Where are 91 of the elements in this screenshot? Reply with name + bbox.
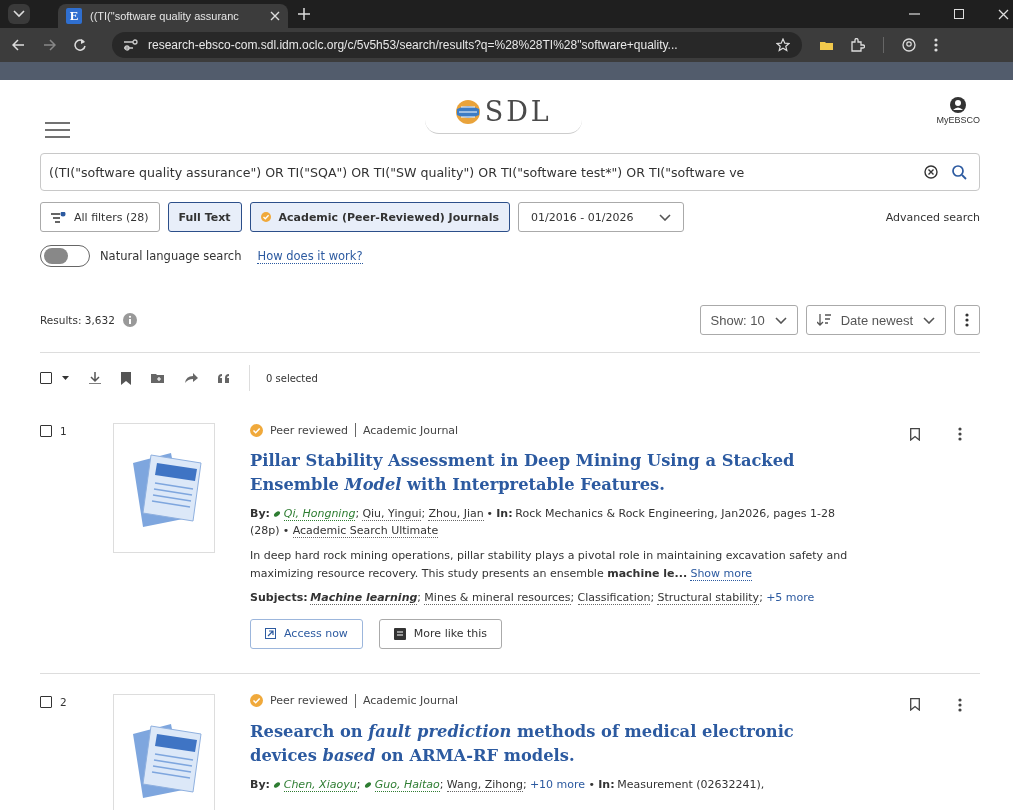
filter-icon (51, 211, 66, 223)
chevron-down-icon (774, 316, 787, 324)
site-favicon: E (66, 8, 82, 24)
puzzle-icon[interactable] (851, 38, 865, 52)
abstract-snippet: In deep hard rock mining operations, pillar stability plays a pivotal role in maintaining excavation safety and maximizing resource recovery. This study presents an ensemble machine le... Show more (250, 548, 849, 583)
result-checkbox[interactable] (40, 695, 52, 708)
review-status: Peer reviewed (270, 423, 348, 437)
folder-icon[interactable] (820, 39, 833, 51)
tab-list-button[interactable] (8, 4, 30, 24)
caret-icon[interactable] (62, 376, 69, 380)
bookmark-icon[interactable] (910, 698, 920, 712)
author-link[interactable]: Chen, Xiaoyu (283, 777, 357, 792)
similar-button[interactable]: More like this (378, 618, 503, 649)
forward-icon[interactable] (43, 39, 56, 51)
stack-icon (393, 627, 406, 640)
author-link[interactable]: Wang, Zihong (446, 777, 523, 792)
orcid-icon (272, 780, 281, 789)
results-count: Results: 3,632 (40, 314, 115, 326)
new-tab-icon[interactable] (298, 8, 310, 20)
maximize-icon[interactable] (954, 9, 964, 19)
check-badge-icon (250, 694, 263, 708)
search-field[interactable]: ((TI("software quality assurance") OR TI("SQA") OR TI("SW quality") OR TI("software test*") OR TI("software ve (40, 153, 980, 191)
review-status: Peer reviewed (270, 694, 348, 708)
author-link[interactable]: Zhou, Jian (428, 506, 484, 521)
tab-title: ((TI("software quality assuranc (90, 10, 240, 22)
access-button[interactable]: Access now (250, 618, 363, 649)
advanced-search-link[interactable]: Advanced search (885, 210, 980, 224)
close-icon[interactable] (270, 11, 280, 21)
check-badge-icon (260, 212, 271, 222)
publication-type: Academic Journal (362, 423, 459, 437)
selected-count: 0 selected (266, 372, 318, 384)
external-link-icon (265, 628, 276, 640)
download-icon[interactable] (89, 372, 101, 384)
account-button[interactable]: MyEBSCO (936, 80, 980, 125)
clear-icon[interactable] (924, 165, 938, 179)
logo-tab[interactable]: SDL (424, 92, 582, 134)
page-size-dropdown[interactable]: Show: 10 (699, 305, 798, 335)
subjects-text: Subjects: Machine learning; Mines & mineral resources; Classification; Structural stability; +5 more (250, 590, 816, 607)
menu-icon[interactable] (45, 122, 70, 138)
bookmark-icon[interactable] (121, 371, 131, 385)
subject-link[interactable]: Mines & mineral resources (424, 591, 571, 606)
result-number: 2 (60, 695, 67, 708)
orcid-icon (363, 780, 372, 789)
globe-logo-icon (454, 98, 481, 125)
toggle-label: Natural language search (100, 249, 242, 263)
kebab-icon (965, 313, 969, 327)
filter-button[interactable]: Full Text (167, 202, 242, 232)
byline-text: By: Chen, Xiaoyu; Guo, Haitao; Wang, Zihong; +10 more • In: Measurement (02632241), (250, 776, 766, 794)
database-link[interactable]: Academic Search Ultimate (292, 524, 439, 539)
result-number: 1 (60, 425, 67, 437)
search-icon[interactable] (952, 164, 967, 180)
star-icon[interactable] (776, 38, 790, 52)
bookmark-icon[interactable] (910, 427, 920, 441)
quote-icon[interactable] (218, 373, 229, 383)
profile-icon[interactable] (902, 38, 916, 52)
user-icon (950, 97, 967, 113)
share-arrow-icon[interactable] (184, 372, 198, 384)
chevron-down-icon (13, 10, 25, 18)
kebab-icon[interactable] (958, 697, 962, 712)
more-link[interactable]: +10 more (529, 777, 586, 791)
result-title[interactable]: Research on fault prediction methods of medical electronic devices based on ARMA-RF models. (250, 719, 850, 769)
close-icon[interactable] (998, 8, 1009, 20)
author-link[interactable]: Guo, Haitao (374, 777, 440, 792)
sort-dropdown[interactable]: Date newest (805, 305, 946, 335)
info-icon[interactable] (122, 313, 137, 327)
back-icon[interactable] (12, 39, 25, 51)
sort-icon (816, 314, 831, 326)
date-range-dropdown[interactable]: 01/2016 - 01/2026 (518, 202, 685, 232)
logo-text: SDL (484, 96, 552, 127)
select-all-checkbox[interactable] (40, 372, 52, 384)
more-link[interactable]: +5 more (766, 591, 815, 605)
filter-button[interactable]: All filters (28) (40, 202, 160, 232)
folder-plus-icon[interactable] (151, 372, 164, 384)
kebab-icon[interactable] (958, 427, 962, 441)
address-bar[interactable]: research-ebsco-com.sdl.idm.oclc.org/c/5v5h53/search/results?q=%28%28TI%28"software+quality... (112, 32, 802, 58)
reload-icon[interactable] (74, 39, 86, 51)
browser-tab[interactable]: E ((TI("software quality assuranc (58, 4, 288, 28)
byline-text: By: Qi, Hongning; Qiu, Yingui; Zhou, Jian • In: Rock Mechanics & Rock Engineering, Jan2026, pages 1-28 (28p) • Academic Search Ultimate (250, 505, 836, 541)
show-more-link[interactable]: Show more (690, 566, 753, 581)
orcid-icon (272, 509, 281, 518)
site-settings-icon (124, 39, 138, 51)
chevron-down-icon (923, 316, 935, 324)
chevron-down-icon (659, 213, 672, 221)
url-text: research-ebsco-com.sdl.idm.oclc.org/c/5v5h53/search/results?q=%28%28TI%28"software+quality... (148, 38, 679, 52)
result-title[interactable]: Pillar Stability Assessment in Deep Mining Using a Stacked Ensemble Model with Interpretable Features. (250, 449, 850, 498)
help-link[interactable]: How does it work? (257, 248, 363, 264)
result-checkbox[interactable] (40, 425, 52, 437)
filter-button[interactable]: Academic (Peer-Reviewed) Journals (249, 202, 511, 232)
check-badge-icon (250, 423, 263, 437)
publication-type: Academic Journal (362, 694, 459, 708)
kebab-menu-icon[interactable] (934, 38, 938, 52)
